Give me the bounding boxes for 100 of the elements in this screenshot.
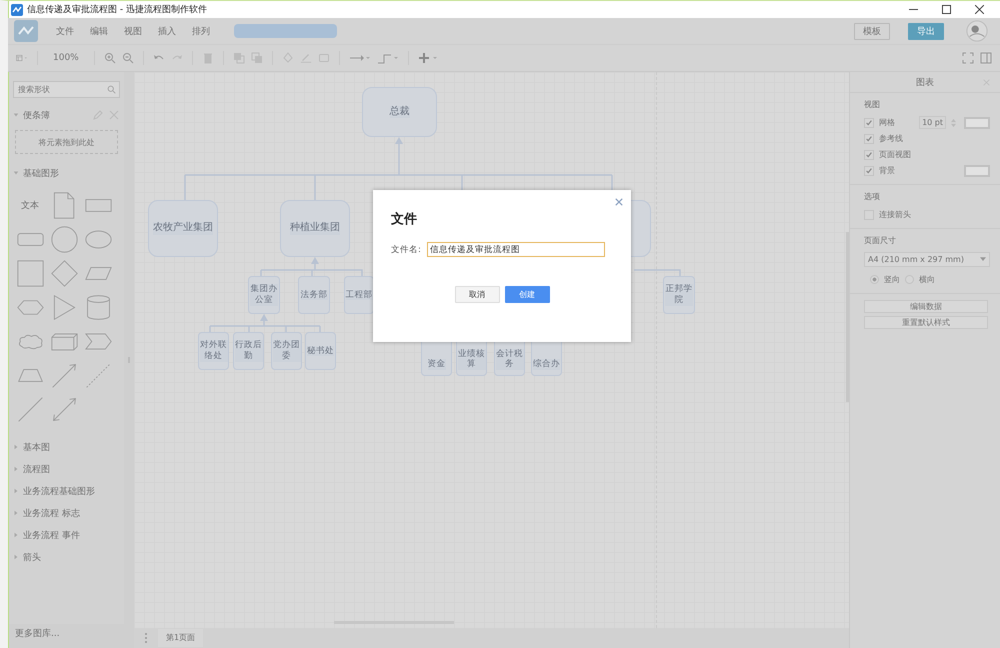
dialog-title: 文件 bbox=[391, 210, 418, 228]
format-panel-icon[interactable] bbox=[980, 52, 992, 64]
org-node[interactable]: 集团办公室 bbox=[248, 276, 280, 314]
panel-button[interactable]: 编辑数据 bbox=[864, 300, 988, 313]
org-node[interactable]: 对外联络处 bbox=[198, 332, 229, 370]
section-title: 基础图形 bbox=[23, 168, 59, 180]
text-shape[interactable]: 文本 bbox=[21, 198, 39, 212]
org-node[interactable]: 总裁 bbox=[362, 87, 437, 137]
shadow-icon[interactable] bbox=[318, 52, 330, 64]
menu-item[interactable]: 文件 bbox=[48, 24, 82, 38]
node-label: 总裁 bbox=[390, 106, 410, 118]
menu-item[interactable]: 视图 bbox=[116, 24, 150, 38]
page-size-select[interactable]: A4 (210 mm x 297 mm) bbox=[864, 252, 990, 267]
node-label: 法务部 bbox=[300, 290, 328, 300]
avatar-icon[interactable] bbox=[966, 20, 988, 42]
line-icon[interactable] bbox=[16, 396, 44, 422]
checkbox[interactable] bbox=[864, 150, 874, 160]
zoom-in-icon[interactable] bbox=[104, 52, 116, 64]
circle-shape-icon[interactable] bbox=[50, 226, 78, 252]
section-title: 便条簿 bbox=[23, 110, 50, 122]
org-node[interactable]: 种植业集团 bbox=[280, 200, 350, 257]
double-arrow-icon[interactable] bbox=[50, 396, 78, 422]
org-node[interactable]: 秘书处 bbox=[305, 332, 336, 370]
app-icon bbox=[11, 4, 23, 16]
node-label: 工程部 bbox=[346, 290, 372, 300]
connector-style-icon[interactable] bbox=[348, 52, 371, 64]
connector-line bbox=[634, 269, 681, 276]
section-header[interactable]: 业务流程 标志 bbox=[9, 502, 124, 524]
section-header[interactable]: 基本图 bbox=[9, 436, 124, 458]
maximize-icon[interactable] bbox=[942, 5, 951, 14]
menu-item[interactable]: 编辑 bbox=[82, 24, 116, 38]
search-field[interactable]: 搜索形状 bbox=[13, 81, 120, 98]
connector-arrow bbox=[260, 314, 268, 326]
group-title: 页面尺寸 bbox=[864, 235, 897, 246]
node-label: 党办团委 bbox=[272, 340, 300, 362]
file-name-field[interactable]: 信息传递及审批流程图 bbox=[426, 242, 605, 257]
section-title: 业务流程基础图形 bbox=[23, 486, 95, 498]
node-label: 农牧产业集团 bbox=[153, 222, 213, 235]
checkbox[interactable] bbox=[864, 166, 874, 176]
checkbox[interactable] bbox=[864, 118, 874, 128]
dialog-button[interactable]: 取消 bbox=[454, 286, 500, 303]
fullscreen-icon[interactable] bbox=[962, 52, 974, 64]
node-label: 业绩核算 bbox=[458, 348, 486, 370]
panel-button[interactable]: 重置默认样式 bbox=[864, 316, 988, 329]
dotted-line-icon[interactable] bbox=[84, 362, 112, 388]
org-node[interactable]: 行政后勤 bbox=[233, 332, 264, 370]
section-title: 箭头 bbox=[23, 552, 41, 564]
spinner-arrows-icon[interactable] bbox=[951, 118, 956, 128]
org-node[interactable]: 法务部 bbox=[298, 276, 330, 314]
zoom-level[interactable]: 100% bbox=[47, 53, 85, 63]
node-label: 综合办 bbox=[533, 359, 560, 370]
section-header[interactable]: 业务流程 事件 bbox=[9, 524, 124, 546]
section-header[interactable]: 流程图 bbox=[9, 458, 124, 480]
checkbox-label: 页面视图 bbox=[879, 149, 911, 160]
radio-button[interactable] bbox=[870, 275, 879, 284]
diamond-shape-icon[interactable] bbox=[50, 260, 78, 286]
checkbox-label: 参考线 bbox=[879, 133, 903, 144]
section-title: 业务流程 事件 bbox=[23, 530, 80, 542]
node-label: 对外联络处 bbox=[200, 340, 228, 362]
color-swatch[interactable] bbox=[964, 116, 990, 128]
connector-arrow bbox=[311, 257, 319, 270]
arrow-line-icon[interactable] bbox=[50, 362, 78, 388]
close-icon[interactable] bbox=[975, 5, 984, 14]
zoom-out-icon[interactable] bbox=[122, 52, 134, 64]
caret-icon bbox=[980, 257, 986, 262]
menu-item[interactable]: 插入 bbox=[150, 24, 184, 38]
section-header[interactable]: 业务流程基础图形 bbox=[9, 480, 124, 502]
org-node[interactable]: 农牧产业集团 bbox=[148, 200, 218, 257]
color-swatch[interactable] bbox=[964, 164, 990, 176]
org-node[interactable]: 工程部 bbox=[344, 276, 374, 314]
node-label: 行政后勤 bbox=[234, 340, 262, 362]
checkbox[interactable] bbox=[864, 134, 874, 144]
checkbox-label: 连接箭头 bbox=[879, 209, 911, 220]
org-node[interactable]: 正邦学院 bbox=[663, 276, 695, 314]
insert-plus-icon[interactable] bbox=[418, 52, 440, 64]
waypoint-icon[interactable] bbox=[376, 52, 399, 64]
section-header[interactable]: 基础图形 bbox=[9, 164, 124, 182]
send-back-icon[interactable] bbox=[250, 52, 263, 64]
header-button[interactable]: 模板 bbox=[854, 22, 890, 40]
search-icon bbox=[107, 85, 116, 94]
grid-size-field[interactable]: 10 pt bbox=[919, 116, 946, 129]
menu-item[interactable]: 排列 bbox=[184, 24, 218, 38]
line-color-icon[interactable] bbox=[300, 52, 312, 64]
section-title: 流程图 bbox=[23, 464, 50, 476]
page-tab[interactable]: 第1页面 bbox=[158, 629, 204, 647]
drop-zone[interactable]: 将元素拖到此处 bbox=[15, 130, 118, 154]
section-header[interactable]: 便条簿 bbox=[9, 106, 124, 124]
fill-color-icon[interactable] bbox=[282, 52, 294, 64]
node-label: 资金 bbox=[428, 359, 446, 370]
org-node[interactable]: 党办团委 bbox=[271, 332, 302, 370]
bring-front-icon[interactable] bbox=[232, 52, 245, 64]
cylinder-icon[interactable] bbox=[84, 294, 112, 320]
section-title: 基本图 bbox=[23, 442, 50, 454]
notice-pill[interactable] bbox=[234, 24, 337, 38]
connector-arrow bbox=[395, 137, 403, 175]
delete-icon[interactable] bbox=[202, 52, 214, 64]
square-shape-icon[interactable] bbox=[16, 260, 44, 286]
header-button[interactable]: 导出 bbox=[908, 22, 944, 40]
dialog-button[interactable]: 创建 bbox=[504, 286, 550, 303]
section-header[interactable]: 箭头 bbox=[9, 546, 124, 568]
